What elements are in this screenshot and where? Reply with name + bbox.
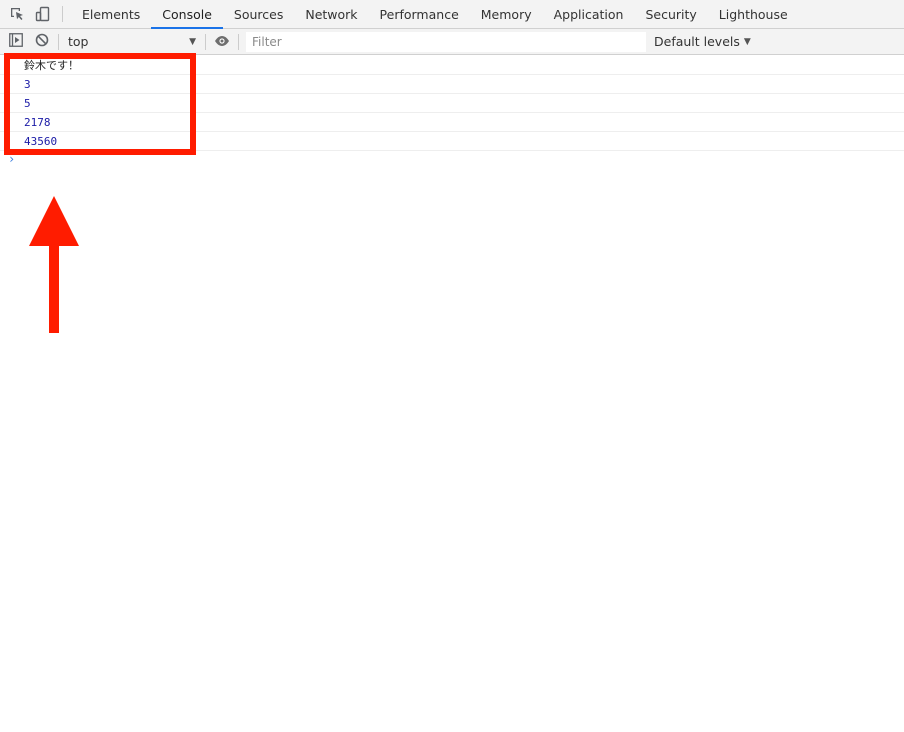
dropdown-caret-icon: ▼: [189, 36, 196, 47]
tabbar-separator: [62, 6, 63, 22]
tab-application[interactable]: Application: [543, 0, 635, 28]
toolbar-separator: [205, 33, 206, 50]
annotation-arrow-up-icon: [29, 196, 79, 333]
devtools-window: Elements Console Sources Network Perform…: [0, 0, 904, 732]
annotation-highlight-box: [4, 53, 196, 155]
filter-input[interactable]: [246, 31, 646, 52]
context-value: top: [68, 34, 89, 49]
show-sidebar-button[interactable]: [3, 29, 29, 55]
tab-memory[interactable]: Memory: [470, 0, 543, 28]
tab-network[interactable]: Network: [294, 0, 368, 28]
tab-performance[interactable]: Performance: [369, 0, 470, 28]
dropdown-caret-icon: ▼: [743, 36, 751, 47]
tab-security[interactable]: Security: [634, 0, 707, 28]
inspect-element-icon[interactable]: [4, 0, 30, 28]
sidebar-play-icon: [9, 32, 23, 51]
tab-elements[interactable]: Elements: [71, 0, 151, 28]
tab-lighthouse[interactable]: Lighthouse: [708, 0, 799, 28]
eye-icon: [214, 32, 230, 51]
live-expression-button[interactable]: [209, 29, 235, 55]
toolbar-separator: [58, 33, 59, 50]
tab-sources[interactable]: Sources: [223, 0, 294, 28]
devtools-tab-bar: Elements Console Sources Network Perform…: [0, 0, 904, 29]
console-toolbar: top ▼ Default levels ▼: [0, 29, 904, 55]
clear-console-button[interactable]: [29, 29, 55, 55]
log-levels-dropdown[interactable]: Default levels ▼: [654, 34, 751, 49]
log-levels-label: Default levels: [654, 34, 740, 49]
panel-tabs: Elements Console Sources Network Perform…: [71, 0, 799, 29]
tab-console[interactable]: Console: [151, 0, 223, 29]
execution-context-select[interactable]: top ▼: [62, 31, 202, 53]
toolbar-separator: [238, 33, 239, 50]
device-toolbar-icon[interactable]: [30, 0, 56, 28]
console-output: 鈴木です！ 3 5 2178 43560 ›: [0, 56, 904, 732]
clear-console-icon: [35, 32, 49, 51]
